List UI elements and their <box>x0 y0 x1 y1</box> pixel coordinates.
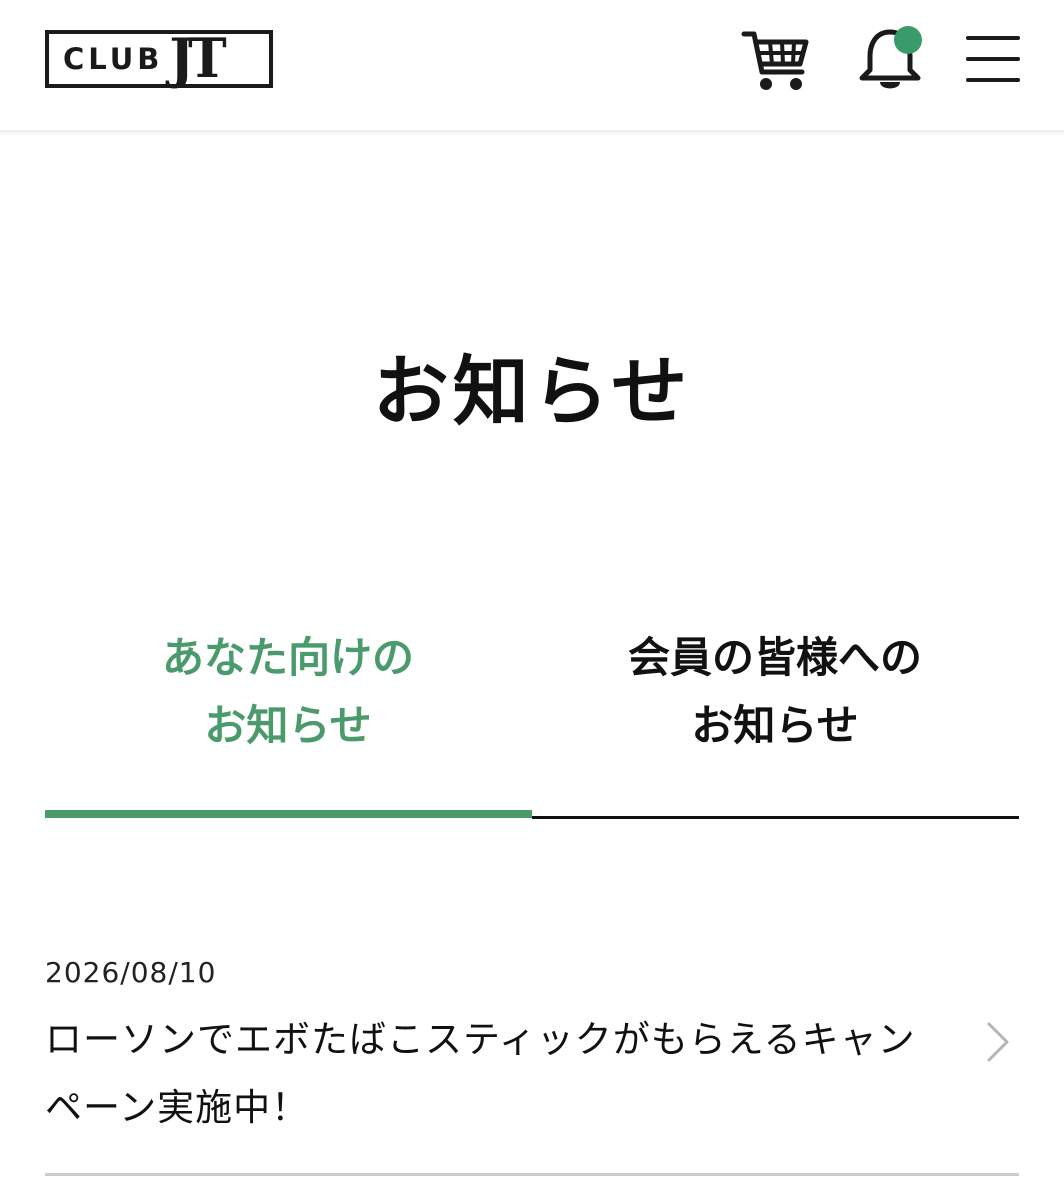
tab-member-notices[interactable]: 会員の皆様への お知らせ <box>532 624 1018 760</box>
tab-personal-notices[interactable]: あなた向けの お知らせ <box>45 624 531 760</box>
active-tab-indicator <box>45 810 532 818</box>
hamburger-menu-icon <box>966 36 1020 82</box>
news-title: ローソンでエボたばこスティックがもらえるキャンペーン実施中！ <box>45 1018 916 1129</box>
notification-badge-dot <box>894 26 922 54</box>
header-divider <box>0 130 1064 136</box>
news-list-item[interactable]: 2026/08/10 ローソンでエボたばこスティックがもらえるキャンペーン実施中… <box>45 950 1019 1176</box>
cart-button[interactable] <box>738 24 810 94</box>
tab-label: あなた向けの お知らせ <box>161 633 414 750</box>
page-title: お知らせ <box>372 347 692 436</box>
club-jt-logo[interactable]: CLUB JT <box>45 30 273 88</box>
chevron-right-icon <box>987 1022 1009 1062</box>
menu-button[interactable] <box>964 34 1022 84</box>
logo-club-text: CLUB <box>63 42 164 76</box>
tab-underline <box>532 816 1019 819</box>
logo-jt-text: JT <box>169 26 226 91</box>
app-header: CLUB JT <box>0 0 1064 130</box>
cart-icon <box>741 31 809 90</box>
news-date: 2026/08/10 <box>45 956 217 989</box>
tab-label: 会員の皆様への お知らせ <box>627 633 922 750</box>
